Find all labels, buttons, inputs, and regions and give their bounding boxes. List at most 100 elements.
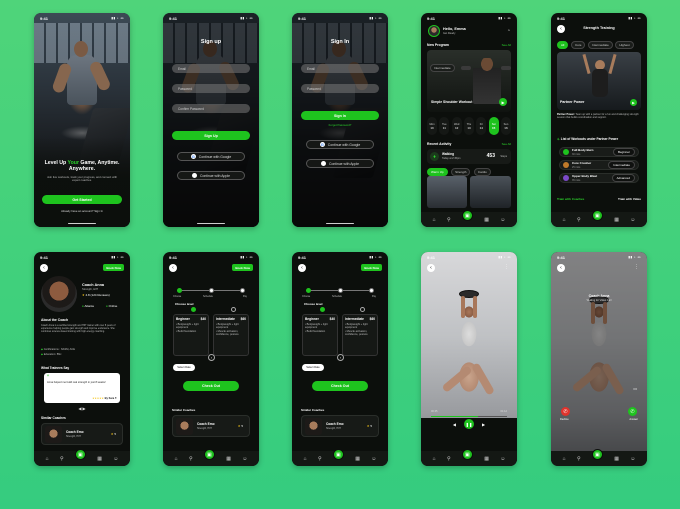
confirm-password-field[interactable]: Confirm Password xyxy=(172,104,250,113)
chip-warm-up[interactable]: Warm Up xyxy=(427,168,448,176)
search-icon[interactable]: ⚲ xyxy=(189,456,193,462)
filter-core[interactable]: Core xyxy=(570,41,586,49)
select-date-button[interactable]: Select Date xyxy=(173,364,195,371)
calendar-icon[interactable]: ▦ xyxy=(226,456,231,462)
workout-icon[interactable]: ▣ xyxy=(74,449,86,460)
rewind-icon[interactable]: ◀ xyxy=(453,422,456,427)
profile-icon[interactable]: ☺ xyxy=(371,456,376,462)
home-icon[interactable]: ⌂ xyxy=(563,456,566,462)
calendar-day[interactable]: Tue 11 xyxy=(439,117,450,135)
home-icon[interactable]: ⌂ xyxy=(304,456,307,462)
workout-icon[interactable]: ▣ xyxy=(461,210,473,221)
plan-card-beginner[interactable]: Beginner $40 • Bodyweight + light equipme… xyxy=(302,314,338,356)
google-button[interactable]: G Continue with Google xyxy=(306,140,374,149)
back-icon[interactable]: ‹ xyxy=(40,264,48,272)
home-icon[interactable]: ⌂ xyxy=(433,456,436,462)
calendar-day[interactable]: Sat 15 xyxy=(488,117,499,135)
filter-all[interactable]: All xyxy=(557,41,569,49)
apple-button[interactable]: Continue with Apple xyxy=(306,159,374,168)
filter-intermediate[interactable]: Intermediate xyxy=(588,41,613,49)
calendar-icon[interactable]: ▦ xyxy=(355,456,360,462)
home-icon[interactable]: ⌂ xyxy=(563,217,566,223)
similar-coach-card[interactable]: Coach Emo Strength, HIIT ★ 5 xyxy=(41,423,123,445)
home-icon[interactable]: ⌂ xyxy=(433,217,436,223)
similar-coach-card[interactable]: Coach Emo Strength, HIIT ★ 5 xyxy=(172,415,250,437)
calendar-icon[interactable]: ▦ xyxy=(97,456,102,462)
more-icon[interactable]: ⋮ xyxy=(634,264,639,270)
password-field[interactable]: Password xyxy=(301,84,379,93)
profile-icon[interactable]: ☺ xyxy=(500,217,505,223)
workout-row[interactable]: Core Crusher 25 mins Intermediate xyxy=(559,160,639,170)
back-icon[interactable]: ‹ xyxy=(169,264,177,272)
workout-icon[interactable]: ▣ xyxy=(203,449,215,460)
search-icon[interactable]: ⚲ xyxy=(60,456,64,462)
workout-icon[interactable]: ▣ xyxy=(591,210,603,221)
selected-radio-icon[interactable] xyxy=(320,307,325,312)
profile-icon[interactable]: ☺ xyxy=(630,217,635,223)
email-field[interactable]: Email xyxy=(301,64,379,73)
play-pause-icon[interactable]: ❚❚ xyxy=(464,419,474,429)
play-icon[interactable]: ▶ xyxy=(499,98,507,106)
filter-highest[interactable]: Highest xyxy=(615,41,634,49)
book-now-button[interactable]: Book Now xyxy=(232,264,253,271)
bell-icon[interactable]: ◔ xyxy=(507,28,510,34)
next-arrow-icon[interactable]: › xyxy=(208,354,215,361)
radio-icon[interactable] xyxy=(360,307,365,312)
forgot-password-link[interactable]: Forgot Password? xyxy=(292,123,388,127)
more-icon[interactable]: ⋮ xyxy=(504,264,509,270)
calendar-icon[interactable]: ▦ xyxy=(614,217,619,223)
calendar-icon[interactable]: ▦ xyxy=(484,456,489,462)
search-icon[interactable]: ⚲ xyxy=(577,456,581,462)
calendar-day[interactable]: Mon 10 xyxy=(427,117,437,135)
program-card[interactable]: Intermediate Simple Shoulder Workout ▶ xyxy=(427,50,511,112)
workout-thumb-1[interactable] xyxy=(427,176,467,208)
back-icon[interactable]: ‹ xyxy=(427,264,435,272)
home-icon[interactable]: ⌂ xyxy=(46,456,49,462)
calendar-day[interactable]: Thu 13 xyxy=(463,117,474,135)
back-icon[interactable]: ‹ xyxy=(298,264,306,272)
see-all-link[interactable]: See All xyxy=(502,43,511,47)
plan-card-intermediate[interactable]: Intermediate $60 • Bodyweight + light equ… xyxy=(342,314,378,356)
chip-strength[interactable]: Strength xyxy=(451,168,471,176)
train-with-coaches-tab[interactable]: Train with Coaches xyxy=(557,197,584,201)
plan-card-intermediate[interactable]: Intermediate $60 • Bodyweight + light equ… xyxy=(213,314,249,356)
message-icon[interactable]: ▭ xyxy=(633,386,637,391)
workout-row[interactable]: Full Body Burn 30 mins Beginner xyxy=(559,147,639,157)
featured-card[interactable]: Partner Power ▶ xyxy=(557,52,641,110)
selected-radio-icon[interactable] xyxy=(191,307,196,312)
calendar-day[interactable]: Sun 16 xyxy=(500,117,511,135)
activity-card[interactable]: ♦ Walking Today at 2:45pm 453 Steps xyxy=(427,149,511,164)
calendar-icon[interactable]: ▦ xyxy=(484,217,489,223)
sign-in-button[interactable]: Sign In xyxy=(301,111,379,120)
search-icon[interactable]: ⚲ xyxy=(577,217,581,223)
chip-cardio[interactable]: Cardio xyxy=(473,168,491,176)
forward-icon[interactable]: ▶ xyxy=(482,422,485,427)
profile-icon[interactable]: ☺ xyxy=(500,456,505,462)
calendar-day[interactable]: Fri 14 xyxy=(476,117,487,135)
accept-call-icon[interactable]: ✆ xyxy=(628,407,637,416)
book-now-button[interactable]: Book Now xyxy=(361,264,382,271)
next-arrow-icon[interactable]: › xyxy=(337,354,344,361)
sign-in-link[interactable]: Already have an account? Sign In xyxy=(40,209,124,213)
train-with-video-tab[interactable]: Train with Video xyxy=(618,197,641,201)
profile-icon[interactable]: ☺ xyxy=(113,456,118,462)
select-date-button[interactable]: Select Date xyxy=(302,364,324,371)
sign-up-button[interactable]: Sign Up xyxy=(172,131,250,140)
home-icon[interactable]: ⌂ xyxy=(175,456,178,462)
radio-icon[interactable] xyxy=(231,307,236,312)
profile-icon[interactable]: ☺ xyxy=(242,456,247,462)
plan-card-beginner[interactable]: Beginner $40 • Bodyweight + light equipme… xyxy=(173,314,209,356)
calendar-icon[interactable]: ▦ xyxy=(614,456,619,462)
progress-track[interactable] xyxy=(431,416,507,418)
workout-icon[interactable]: ▣ xyxy=(591,449,603,460)
workout-thumb-2[interactable] xyxy=(470,176,511,208)
see-all-activity-link[interactable]: See All xyxy=(502,142,511,146)
search-icon[interactable]: ⚲ xyxy=(447,456,451,462)
back-icon[interactable]: ‹ xyxy=(557,264,565,272)
decline-call-icon[interactable]: ✆ xyxy=(561,407,570,416)
workout-row[interactable]: Upper Body Blast 35 mins Advanced xyxy=(559,173,639,183)
search-icon[interactable]: ⚲ xyxy=(318,456,322,462)
workout-icon[interactable]: ▣ xyxy=(461,449,473,460)
password-field[interactable]: Password xyxy=(172,84,250,93)
search-icon[interactable]: ⚲ xyxy=(447,217,451,223)
